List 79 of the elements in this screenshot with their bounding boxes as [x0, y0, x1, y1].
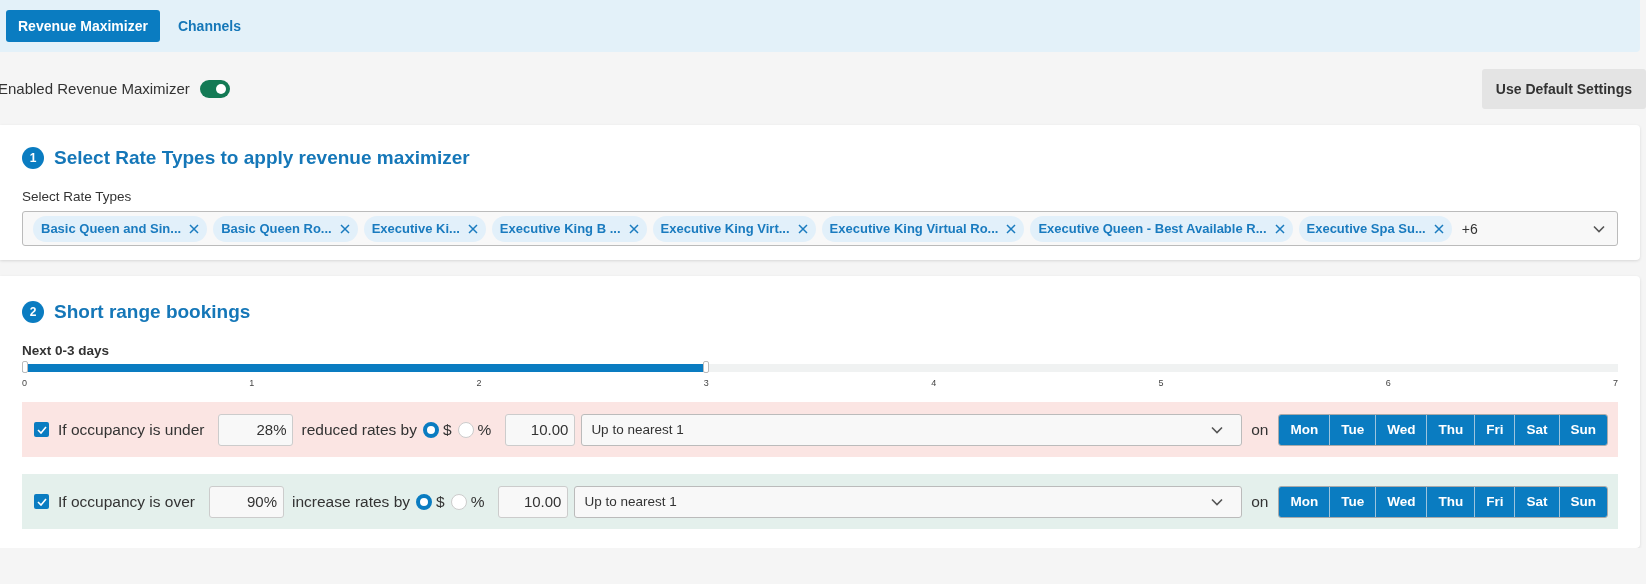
- tab[interactable]: Channels: [165, 10, 253, 42]
- day-toggle[interactable]: Mon: [1279, 486, 1330, 517]
- radio-label: %: [477, 420, 492, 439]
- section-title: Select Rate Types to apply revenue maximizer: [54, 147, 470, 169]
- day-toggle[interactable]: Thu: [1426, 486, 1475, 517]
- chevron-down-icon: [1211, 425, 1224, 434]
- tick-label: 3: [703, 378, 709, 388]
- tick-label: 7: [1612, 378, 1618, 388]
- chip-label: Executive King Virt...: [660, 221, 790, 236]
- tick-label: 6: [1385, 378, 1391, 388]
- chip-label: Executive Spa Su...: [1306, 221, 1426, 236]
- more-count: +6: [1461, 220, 1478, 237]
- radio-button[interactable]: [416, 493, 432, 510]
- on-label: on: [1251, 492, 1269, 511]
- radio-label: %: [470, 492, 485, 511]
- amount-input[interactable]: 10.00: [498, 485, 569, 518]
- day-toggle[interactable]: Thu: [1426, 414, 1475, 445]
- tab[interactable]: Revenue Maximizer: [6, 10, 160, 42]
- chip-label: Executive Ki...: [371, 221, 460, 236]
- step-number: 1: [22, 147, 44, 169]
- rounding-dropdown[interactable]: Up to nearest 1: [574, 485, 1243, 518]
- day-toggle[interactable]: Sun: [1558, 486, 1607, 517]
- chip-label: Executive King B ...: [499, 221, 621, 236]
- close-icon[interactable]: [1006, 223, 1017, 234]
- radio-button[interactable]: [422, 421, 439, 438]
- day-toggle[interactable]: Fri: [1474, 486, 1515, 517]
- day-toggle[interactable]: Mon: [1279, 414, 1330, 445]
- checkbox[interactable]: [34, 422, 49, 437]
- day-toggle[interactable]: Sat: [1514, 414, 1559, 445]
- slider-track[interactable]: [22, 364, 1618, 372]
- condition-label: If occupancy is under: [58, 420, 205, 439]
- action-label: increase rates by: [292, 492, 410, 511]
- section-title: Short range bookings: [54, 301, 251, 323]
- rounding-dropdown[interactable]: Up to nearest 1: [581, 413, 1243, 446]
- chip-label: Executive Queen - Best Available R...: [1038, 221, 1267, 236]
- close-icon[interactable]: [189, 223, 200, 234]
- tick-label: 5: [1158, 378, 1164, 388]
- step-number: 2: [22, 301, 44, 323]
- tick-label: 1: [249, 378, 255, 388]
- day-toggle[interactable]: Wed: [1375, 414, 1427, 445]
- day-toggle[interactable]: Sat: [1514, 486, 1559, 517]
- close-icon[interactable]: [1274, 223, 1285, 234]
- toggle-label: Enabled Revenue Maximizer: [0, 80, 190, 97]
- day-toggle[interactable]: Sun: [1558, 414, 1607, 445]
- range-label: Next 0-3 days: [22, 343, 110, 358]
- radio-button[interactable]: [457, 421, 474, 438]
- day-toggle[interactable]: Tue: [1329, 414, 1376, 445]
- slider-handle[interactable]: [703, 361, 710, 373]
- occupancy-input[interactable]: 90%: [209, 485, 284, 518]
- checkbox[interactable]: [34, 494, 49, 509]
- day-toggle[interactable]: Fri: [1474, 414, 1515, 445]
- chip-label: Basic Queen and Sin...: [41, 221, 182, 236]
- condition-label: If occupancy is over: [58, 492, 195, 511]
- chip-label: Executive King Virtual Ro...: [829, 221, 999, 236]
- close-icon[interactable]: [467, 223, 478, 234]
- occupancy-input[interactable]: 28%: [218, 413, 294, 446]
- chip-label: Basic Queen Ro...: [221, 221, 332, 236]
- on-label: on: [1251, 420, 1269, 439]
- radio-button[interactable]: [450, 493, 467, 510]
- chevron-down-icon: [1593, 224, 1605, 233]
- close-icon[interactable]: [797, 223, 808, 234]
- slider-handle[interactable]: [22, 361, 28, 373]
- tick-label: 2: [476, 378, 482, 388]
- day-toggle[interactable]: Wed: [1375, 486, 1427, 517]
- multi-select-field[interactable]: Basic Queen and Sin... Basic Queen Ro... Executive Ki... Executive King B ... Executive King Virt... Executive King Virtual Ro... Executive Queen - Best Available R... Executive Spa Su... +6: [22, 211, 1618, 246]
- tick-label: 4: [931, 378, 937, 388]
- toggle-switch[interactable]: [199, 79, 230, 98]
- radio-label: $: [442, 420, 452, 439]
- day-toggle[interactable]: Tue: [1329, 486, 1376, 517]
- radio-label: $: [436, 492, 445, 511]
- close-icon[interactable]: [339, 223, 350, 234]
- action-label: reduced rates by: [301, 420, 417, 439]
- default-settings-button[interactable]: Use Default Settings: [1481, 68, 1646, 109]
- chevron-down-icon: [1211, 497, 1224, 506]
- close-icon[interactable]: [1433, 223, 1444, 234]
- amount-input[interactable]: 10.00: [505, 413, 576, 446]
- tick-label: 0: [22, 378, 27, 388]
- field-label: Select Rate Types: [22, 189, 132, 204]
- close-icon[interactable]: [628, 223, 639, 234]
